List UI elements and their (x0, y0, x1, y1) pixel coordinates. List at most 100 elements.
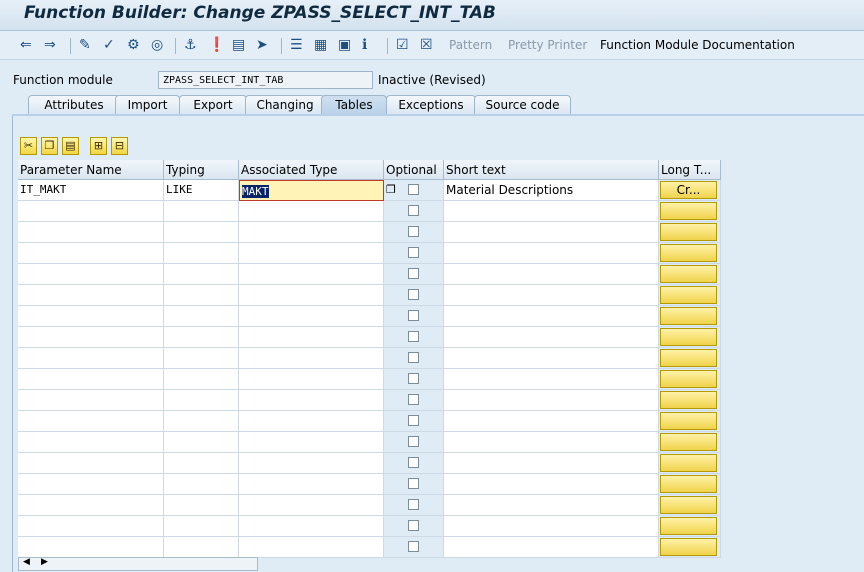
cell-typing[interactable] (164, 411, 239, 432)
cell-typing[interactable] (164, 432, 239, 453)
pretty-printer-button[interactable]: Pretty Printer (508, 36, 587, 54)
cell-typing[interactable] (164, 222, 239, 243)
cell-associated-type[interactable] (239, 390, 384, 411)
long-text-button[interactable] (660, 244, 717, 262)
cell-short-text[interactable] (444, 201, 659, 222)
long-text-button[interactable] (660, 433, 717, 451)
long-text-button[interactable] (660, 412, 717, 430)
cell-associated-type[interactable] (239, 243, 384, 264)
cell-short-text[interactable] (444, 495, 659, 516)
cell-short-text[interactable] (444, 453, 659, 474)
cell-typing[interactable] (164, 327, 239, 348)
cell-associated-type[interactable] (239, 369, 384, 390)
optional-checkbox[interactable] (408, 268, 419, 279)
paste-icon[interactable]: ▤ (62, 137, 79, 155)
scroll-right-icon[interactable]: ▶ (41, 557, 48, 567)
cell-short-text[interactable] (444, 222, 659, 243)
cell-short-text[interactable] (444, 516, 659, 537)
frame-icon[interactable]: ▣ (338, 36, 351, 54)
cell-short-text[interactable] (444, 390, 659, 411)
check-icon[interactable]: ✓ (103, 36, 115, 54)
copy-icon[interactable]: ❐ (41, 137, 58, 155)
long-text-button[interactable] (660, 223, 717, 241)
cell-short-text[interactable] (444, 243, 659, 264)
optional-checkbox[interactable] (408, 226, 419, 237)
forward-icon[interactable]: ⇒ (44, 36, 56, 54)
cell-associated-type[interactable] (239, 264, 384, 285)
optional-checkbox[interactable] (408, 436, 419, 447)
cell-typing[interactable] (164, 474, 239, 495)
optional-checkbox[interactable] (408, 289, 419, 300)
scroll-left-icon[interactable]: ◀ (23, 557, 30, 567)
long-text-button[interactable] (660, 475, 717, 493)
optional-checkbox[interactable] (408, 184, 419, 195)
long-text-button[interactable] (660, 349, 717, 367)
cell-parameter-name[interactable] (18, 453, 164, 474)
cell-parameter-name[interactable] (18, 327, 164, 348)
cell-parameter-name[interactable] (18, 264, 164, 285)
cell-parameter-name[interactable] (18, 432, 164, 453)
where-used-icon[interactable]: ⚓ (184, 36, 197, 54)
cell-associated-type[interactable] (239, 474, 384, 495)
info-marker-icon[interactable]: ❗ (208, 36, 225, 54)
activate-icon[interactable]: ⚙ (127, 36, 140, 54)
long-text-button[interactable] (660, 265, 717, 283)
cell-parameter-name[interactable]: IT_MAKT (18, 180, 164, 201)
cell-associated-type[interactable]: MAKT (239, 180, 384, 201)
cell-typing[interactable] (164, 390, 239, 411)
cell-associated-type[interactable] (239, 348, 384, 369)
cell-typing[interactable] (164, 306, 239, 327)
cell-associated-type[interactable] (239, 285, 384, 306)
cell-parameter-name[interactable] (18, 537, 164, 558)
cell-associated-type[interactable] (239, 495, 384, 516)
function-module-field[interactable]: ZPASS_SELECT_INT_TAB (158, 71, 373, 89)
delete-icon[interactable]: ☒ (420, 36, 433, 54)
cell-associated-type[interactable] (239, 411, 384, 432)
cell-typing[interactable] (164, 348, 239, 369)
cell-parameter-name[interactable] (18, 285, 164, 306)
cell-associated-type[interactable] (239, 432, 384, 453)
horizontal-scrollbar[interactable]: ◀ ▶ (18, 557, 258, 571)
cell-short-text[interactable] (444, 264, 659, 285)
cell-parameter-name[interactable] (18, 495, 164, 516)
cell-typing[interactable] (164, 495, 239, 516)
tab-source-code[interactable]: Source code (474, 95, 571, 114)
cell-typing[interactable] (164, 264, 239, 285)
column-header-parameter-name[interactable]: Parameter Name (18, 160, 164, 180)
optional-checkbox[interactable] (408, 457, 419, 468)
long-text-button[interactable] (660, 202, 717, 220)
cell-parameter-name[interactable] (18, 390, 164, 411)
long-text-button[interactable] (660, 454, 717, 472)
display-object-list-icon[interactable]: ▤ (232, 36, 245, 54)
checkmark-list-icon[interactable]: ☑ (396, 36, 409, 54)
cell-parameter-name[interactable] (18, 411, 164, 432)
cell-associated-type[interactable] (239, 516, 384, 537)
cell-typing[interactable] (164, 537, 239, 558)
cell-short-text[interactable] (444, 285, 659, 306)
cell-short-text[interactable] (444, 306, 659, 327)
optional-checkbox[interactable] (408, 310, 419, 321)
tab-tables[interactable]: Tables (321, 95, 387, 115)
cell-parameter-name[interactable] (18, 474, 164, 495)
long-text-button[interactable] (660, 328, 717, 346)
cell-parameter-name[interactable] (18, 243, 164, 264)
cell-typing[interactable] (164, 369, 239, 390)
pencil-glasses-icon[interactable]: ✎ (79, 36, 91, 54)
optional-checkbox[interactable] (408, 247, 419, 258)
cell-typing[interactable] (164, 243, 239, 264)
cell-associated-type[interactable] (239, 537, 384, 558)
cell-typing[interactable] (164, 201, 239, 222)
cell-short-text[interactable] (444, 348, 659, 369)
optional-checkbox[interactable] (408, 331, 419, 342)
cell-parameter-name[interactable] (18, 306, 164, 327)
column-header-long-text[interactable]: Long T... (659, 160, 721, 180)
cell-parameter-name[interactable] (18, 201, 164, 222)
cell-associated-type[interactable] (239, 306, 384, 327)
long-text-button[interactable] (660, 307, 717, 325)
column-header-short-text[interactable]: Short text (444, 160, 659, 180)
cell-typing[interactable] (164, 285, 239, 306)
cell-parameter-name[interactable] (18, 222, 164, 243)
value-help-icon[interactable]: ❐ (386, 180, 396, 200)
stack-icon[interactable]: ▦ (314, 36, 327, 54)
cell-associated-type[interactable] (239, 222, 384, 243)
